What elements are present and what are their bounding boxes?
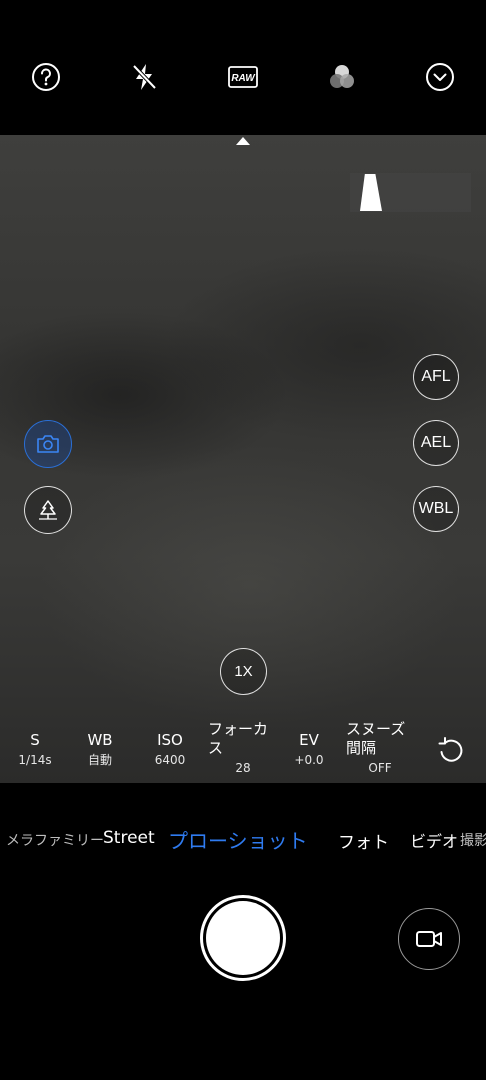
mode-selector: メラファミリー Street プローショット フォト ビデオ 撮影 (0, 812, 486, 866)
scene-icon (39, 500, 57, 520)
iso-param[interactable]: ISO 6400 (148, 731, 192, 768)
raw-icon-label: RAW (231, 73, 256, 84)
video-record-button[interactable] (398, 908, 460, 970)
iso-value: 6400 (154, 753, 186, 767)
mode-street[interactable]: Street (103, 828, 155, 848)
white-balance-label: WB (87, 731, 113, 749)
photo-capture-mode-button[interactable] (24, 420, 72, 468)
afl-button[interactable]: AFL (413, 354, 459, 400)
top-toolbar: RAW (0, 0, 486, 135)
histogram-peak (360, 174, 382, 211)
histogram (350, 173, 471, 212)
mode-photo[interactable]: フォト (338, 828, 389, 853)
focus-param[interactable]: フォーカス 28 (208, 720, 278, 776)
color-filter-icon[interactable] (323, 58, 361, 96)
ael-button[interactable]: AEL (413, 420, 459, 466)
camera-icon (37, 435, 59, 453)
mode-video[interactable]: ビデオ (410, 828, 458, 852)
wbl-label: WBL (418, 500, 454, 517)
shutter-button[interactable] (200, 895, 286, 981)
raw-icon[interactable]: RAW (224, 58, 262, 96)
shutter-speed-value: 1/14s (18, 753, 52, 767)
shutter-speed-label: S (30, 731, 40, 749)
snooze-interval-param[interactable]: スヌーズ間隔 OFF (346, 720, 414, 776)
pro-parameters-bar: S 1/14s WB 自動 ISO 6400 フォーカス 28 EV +0.0 … (0, 716, 486, 782)
shutter-speed-param[interactable]: S 1/14s (15, 731, 55, 768)
iso-label: ISO (157, 731, 183, 749)
snooze-interval-value: OFF (368, 761, 392, 775)
mode-pro-shot[interactable]: プローショット (168, 825, 308, 854)
ael-label: AEL (420, 434, 452, 451)
afl-label: AFL (421, 368, 451, 385)
reset-icon[interactable] (436, 735, 466, 765)
collapse-arrow-icon[interactable] (235, 136, 251, 146)
focus-value: 28 (235, 761, 251, 775)
white-balance-value: 自動 (87, 753, 112, 767)
expand-down-icon[interactable] (421, 58, 459, 96)
video-camera-icon (416, 931, 442, 947)
shutter-button-inner (206, 901, 280, 975)
mode-next[interactable]: 撮影 (460, 830, 486, 850)
ev-param[interactable]: EV +0.0 (288, 731, 330, 768)
ev-value: +0.0 (294, 753, 324, 767)
help-icon[interactable] (27, 58, 65, 96)
ev-label: EV (299, 731, 319, 749)
snooze-interval-label: スヌーズ間隔 (346, 720, 406, 757)
scene-mode-button[interactable] (24, 486, 72, 534)
flash-off-icon[interactable] (125, 58, 163, 96)
zoom-level: 1X (234, 663, 253, 680)
white-balance-param[interactable]: WB 自動 (78, 731, 122, 768)
focus-label: フォーカス (208, 720, 269, 757)
wbl-button[interactable]: WBL (413, 486, 459, 532)
mode-family[interactable]: メラファミリー (6, 830, 104, 850)
zoom-button[interactable]: 1X (220, 648, 267, 695)
